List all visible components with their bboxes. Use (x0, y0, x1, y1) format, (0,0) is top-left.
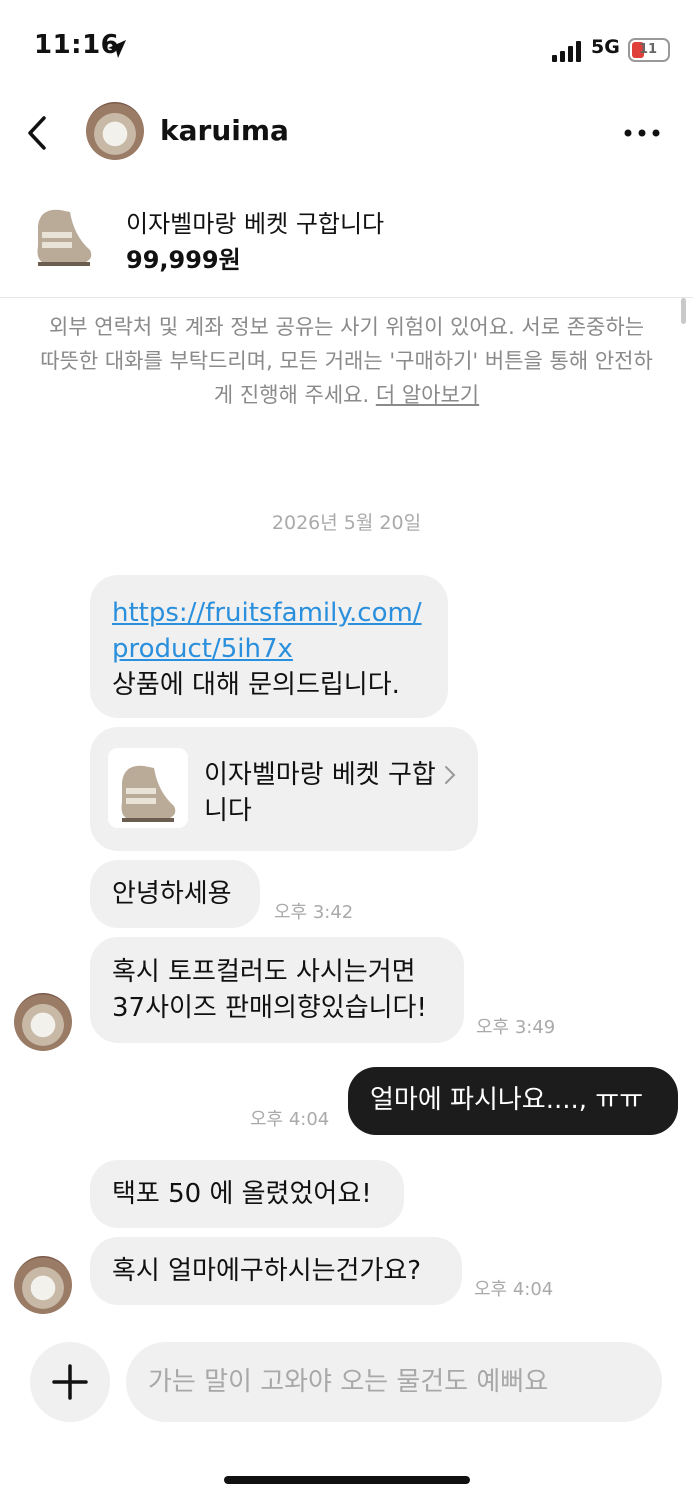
message-bubble-received: 혹시 토프컬러도 사시는거면 37사이즈 판매의향있습니다! (90, 937, 464, 1043)
add-attachment-button[interactable] (30, 1342, 110, 1422)
learn-more-link[interactable]: 더 알아보기 (376, 383, 479, 407)
divider (0, 297, 693, 298)
safety-notice: 외부 연락처 및 계좌 정보 공유는 사기 위험이 있어요. 서로 존중하는 따… (40, 310, 653, 412)
message-timestamp: 오후 3:49 (476, 1017, 556, 1038)
home-indicator[interactable] (224, 1476, 470, 1484)
plus-icon (52, 1364, 88, 1400)
message-text: 상품에 대해 문의드립니다. (112, 670, 400, 700)
product-price: 99,999원 (126, 246, 241, 274)
more-icon[interactable] (622, 118, 662, 148)
network-label: 5G (591, 36, 620, 58)
product-card-message[interactable]: 이자벨마랑 베켓 구합니다 (90, 727, 478, 851)
chat-username[interactable]: karuima (160, 114, 289, 147)
signal-icon (552, 41, 581, 62)
product-link[interactable]: https://fruitsfamily.com/product/5ih7x (112, 595, 426, 667)
safety-notice-text: 외부 연락처 및 계좌 정보 공유는 사기 위험이 있어요. 서로 존중하는 따… (40, 315, 653, 407)
avatar[interactable] (14, 993, 72, 1051)
product-link-line2: product/5ih7x (112, 634, 293, 664)
product-card-thumbnail (108, 748, 188, 828)
date-divider: 2026년 5월 20일 (271, 512, 422, 534)
message-bubble-received: 택포 50 에 올렸었어요! (90, 1160, 404, 1228)
location-arrow-icon (108, 40, 126, 58)
message-text: 택포 50 에 올렸었어요! (112, 1179, 372, 1209)
product-card-title: 이자벨마랑 베켓 구합니다 (204, 760, 436, 826)
battery-icon: 11 (628, 38, 670, 62)
message-bubble-received: 안녕하세용 (90, 860, 260, 928)
message-bubble-sent: 얼마에 파시나요...., ㅠㅠ (348, 1067, 678, 1135)
product-title[interactable]: 이자벨마랑 베켓 구합니다 (126, 204, 384, 239)
avatar[interactable] (14, 1256, 72, 1314)
avatar[interactable] (86, 102, 144, 160)
message-input[interactable] (126, 1342, 662, 1422)
message-text: 안녕하세용 (112, 879, 232, 909)
back-chevron-icon[interactable] (24, 116, 54, 150)
message-bubble-received: 혹시 얼마에구하시는건가요? (90, 1237, 462, 1305)
battery-level: 11 (638, 42, 658, 57)
message-text: 혹시 토프컬러도 사시는거면 37사이즈 판매의향있습니다! (112, 957, 427, 1023)
scrollbar[interactable] (681, 298, 686, 324)
message-text: 혹시 얼마에구하시는건가요? (112, 1256, 422, 1286)
product-thumbnail[interactable] (30, 196, 96, 276)
product-link-line1: https://fruitsfamily.com/ (112, 598, 422, 628)
chevron-right-icon (445, 766, 456, 784)
message-timestamp: 오후 4:04 (474, 1279, 554, 1300)
message-text: 얼마에 파시나요...., ㅠㅠ (370, 1085, 644, 1115)
message-timestamp: 오후 4:04 (250, 1109, 330, 1130)
message-bubble-received: https://fruitsfamily.com/product/5ih7x 상… (90, 575, 448, 718)
message-timestamp: 오후 3:42 (274, 902, 354, 923)
